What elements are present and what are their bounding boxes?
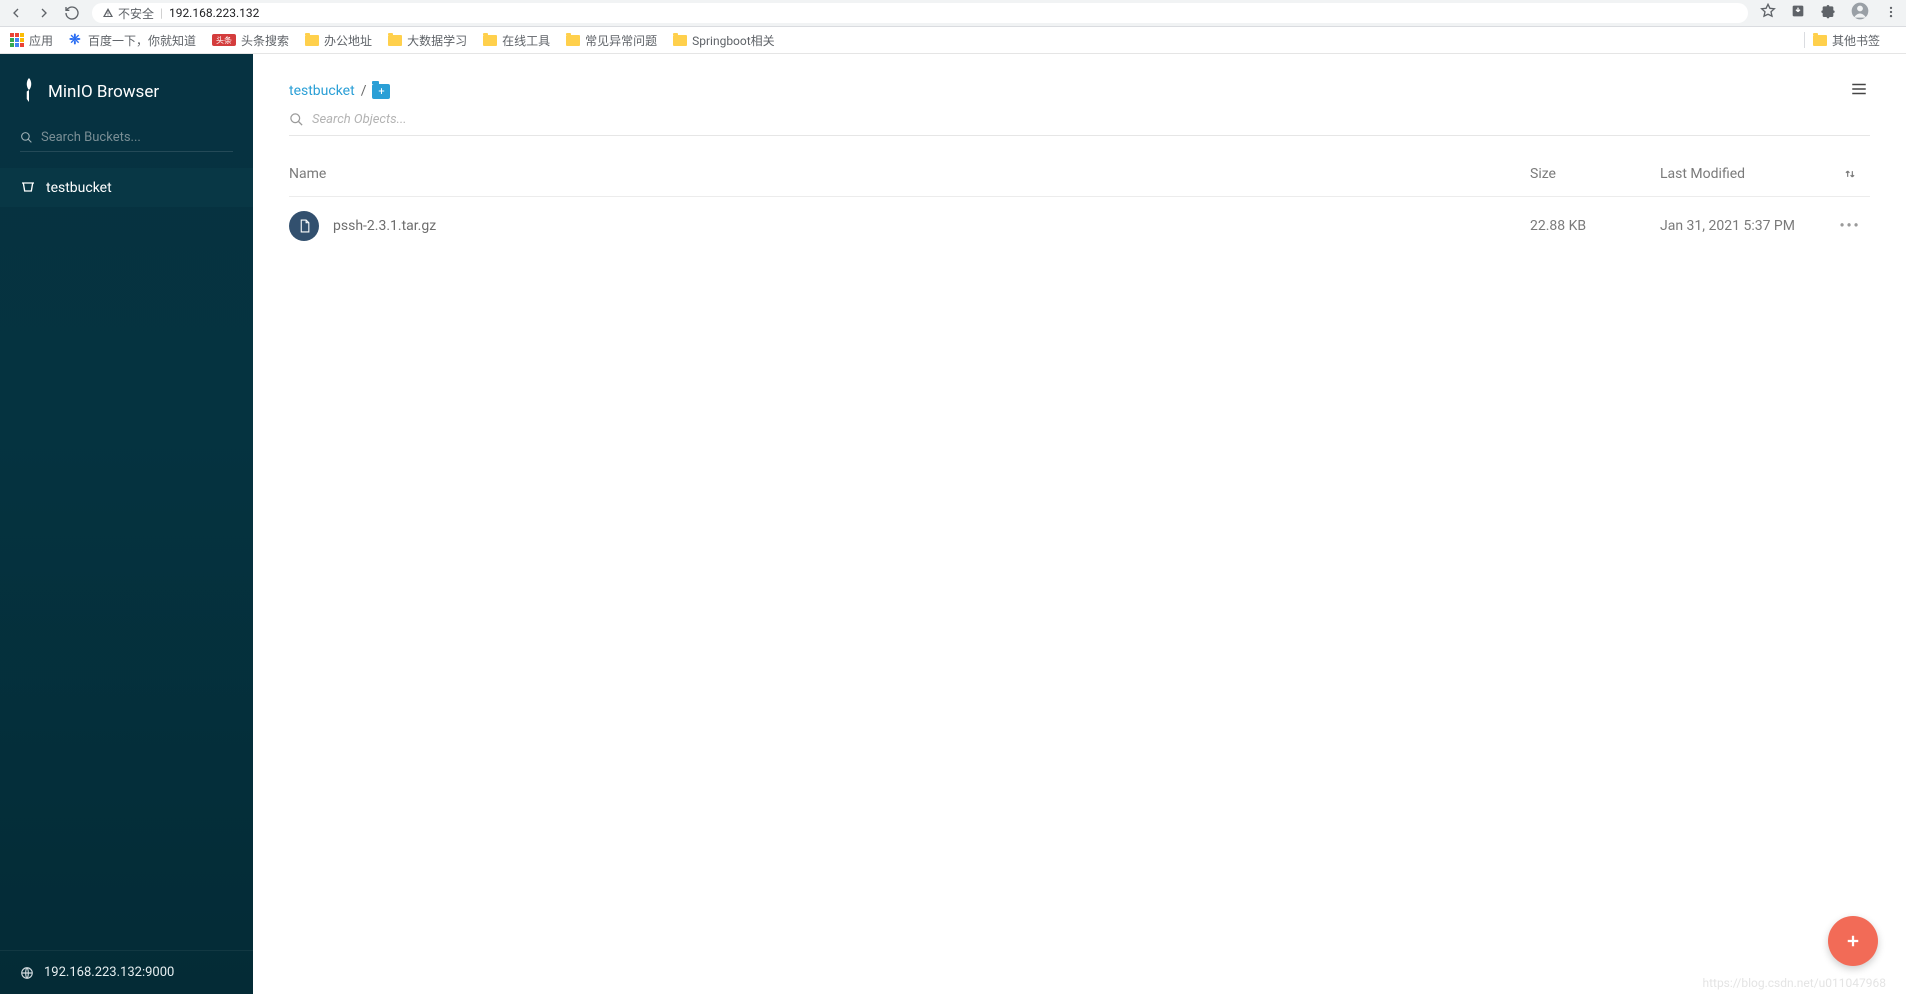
- breadcrumb-bucket-link[interactable]: testbucket: [289, 83, 355, 99]
- folder-icon: [305, 35, 319, 46]
- breadcrumb: testbucket / +: [289, 83, 390, 99]
- extensions-icon[interactable]: [1820, 3, 1836, 23]
- security-warning-icon[interactable]: 不安全: [102, 5, 154, 22]
- object-modified: Jan 31, 2021 5:37 PM: [1660, 218, 1830, 234]
- main-panel: testbucket / + Name Size Last Modified: [253, 54, 1906, 994]
- bookmark-label: 大数据学习: [407, 32, 467, 49]
- sidebar-header: MinIO Browser: [0, 54, 253, 130]
- bookmark-folder[interactable]: 办公地址: [305, 32, 372, 49]
- column-size[interactable]: Size: [1530, 166, 1660, 182]
- bookmark-baidu[interactable]: ❈ 百度一下，你就知道: [69, 32, 196, 49]
- sidebar-footer: 192.168.223.132:9000: [0, 950, 253, 994]
- bookmarks-separator: [1804, 32, 1805, 48]
- bookmark-folder[interactable]: 大数据学习: [388, 32, 467, 49]
- breadcrumb-separator: /: [361, 83, 367, 99]
- column-modified[interactable]: Last Modified: [1660, 166, 1830, 182]
- app-title: MinIO Browser: [48, 82, 159, 102]
- bookmark-label: 其他书签: [1832, 32, 1880, 49]
- menu-button[interactable]: [1848, 80, 1870, 102]
- sidebar-search: [0, 130, 253, 168]
- folder-icon: [1813, 35, 1827, 46]
- object-name: pssh-2.3.1.tar.gz: [333, 218, 1530, 234]
- bookmark-label: 常见异常问题: [585, 32, 657, 49]
- objects-table-header: Name Size Last Modified: [289, 136, 1870, 197]
- bookmark-label: 百度一下，你就知道: [88, 32, 196, 49]
- search-buckets-input[interactable]: [41, 130, 233, 145]
- star-icon[interactable]: [1760, 3, 1776, 23]
- browser-toolbar: 不安全 | 192.168.223.132: [0, 0, 1906, 27]
- folder-icon: [673, 35, 687, 46]
- bookmark-toutiao[interactable]: 头条 头条搜索: [212, 32, 289, 49]
- search-icon: [20, 131, 33, 144]
- column-name[interactable]: Name: [289, 166, 1530, 182]
- minio-logo-icon: [20, 76, 38, 108]
- bookmarks-bar: 应用 ❈ 百度一下，你就知道 头条 头条搜索 办公地址 大数据学习 在线工具 常…: [0, 27, 1906, 54]
- watermark-text: https://blog.csdn.net/u011047968: [1702, 976, 1886, 990]
- apps-label: 应用: [29, 32, 53, 49]
- search-icon: [289, 112, 304, 127]
- sidebar: MinIO Browser testbucket 192.168.223.132…: [0, 54, 253, 994]
- kebab-menu-icon[interactable]: [1884, 4, 1898, 23]
- bookmark-label: 头条搜索: [241, 32, 289, 49]
- url-text: 192.168.223.132: [169, 6, 259, 20]
- host-label: 192.168.223.132:9000: [44, 965, 174, 980]
- apps-grid-icon: [10, 33, 24, 47]
- object-actions-button[interactable]: •••: [1830, 218, 1870, 234]
- upload-fab[interactable]: [1828, 916, 1878, 966]
- bucket-item-testbucket[interactable]: testbucket: [0, 168, 253, 207]
- bookmark-label: Springboot相关: [692, 32, 775, 49]
- object-row[interactable]: pssh-2.3.1.tar.gz 22.88 KB Jan 31, 2021 …: [289, 197, 1870, 255]
- apps-shortcut[interactable]: 应用: [10, 32, 53, 49]
- bookmark-folder[interactable]: Springboot相关: [673, 32, 775, 49]
- back-button[interactable]: [8, 5, 24, 21]
- download-icon[interactable]: [1790, 3, 1806, 23]
- bucket-icon: [20, 178, 36, 197]
- address-bar[interactable]: 不安全 | 192.168.223.132: [92, 3, 1748, 23]
- toutiao-icon: 头条: [212, 34, 236, 46]
- reload-button[interactable]: [64, 5, 80, 21]
- forward-button[interactable]: [36, 5, 52, 21]
- add-folder-button[interactable]: +: [372, 84, 390, 99]
- object-size: 22.88 KB: [1530, 218, 1660, 234]
- other-bookmarks[interactable]: 其他书签: [1813, 32, 1880, 49]
- objects-search: [289, 112, 1870, 136]
- folder-icon: [566, 35, 580, 46]
- file-icon: [289, 211, 319, 241]
- search-objects-input[interactable]: [312, 112, 1870, 127]
- bookmark-folder[interactable]: 在线工具: [483, 32, 550, 49]
- minio-app: MinIO Browser testbucket 192.168.223.132…: [0, 54, 1906, 994]
- profile-icon[interactable]: [1850, 1, 1870, 25]
- bucket-name-label: testbucket: [46, 180, 112, 196]
- folder-icon: [483, 35, 497, 46]
- bookmark-label: 在线工具: [502, 32, 550, 49]
- security-label: 不安全: [118, 5, 154, 22]
- globe-icon: [20, 966, 34, 980]
- baidu-icon: ❈: [69, 33, 83, 47]
- bucket-list: testbucket: [0, 168, 253, 950]
- bookmark-folder[interactable]: 常见异常问题: [566, 32, 657, 49]
- sort-toggle[interactable]: [1830, 167, 1870, 181]
- address-separator: |: [160, 6, 163, 20]
- folder-icon: [388, 35, 402, 46]
- bookmark-label: 办公地址: [324, 32, 372, 49]
